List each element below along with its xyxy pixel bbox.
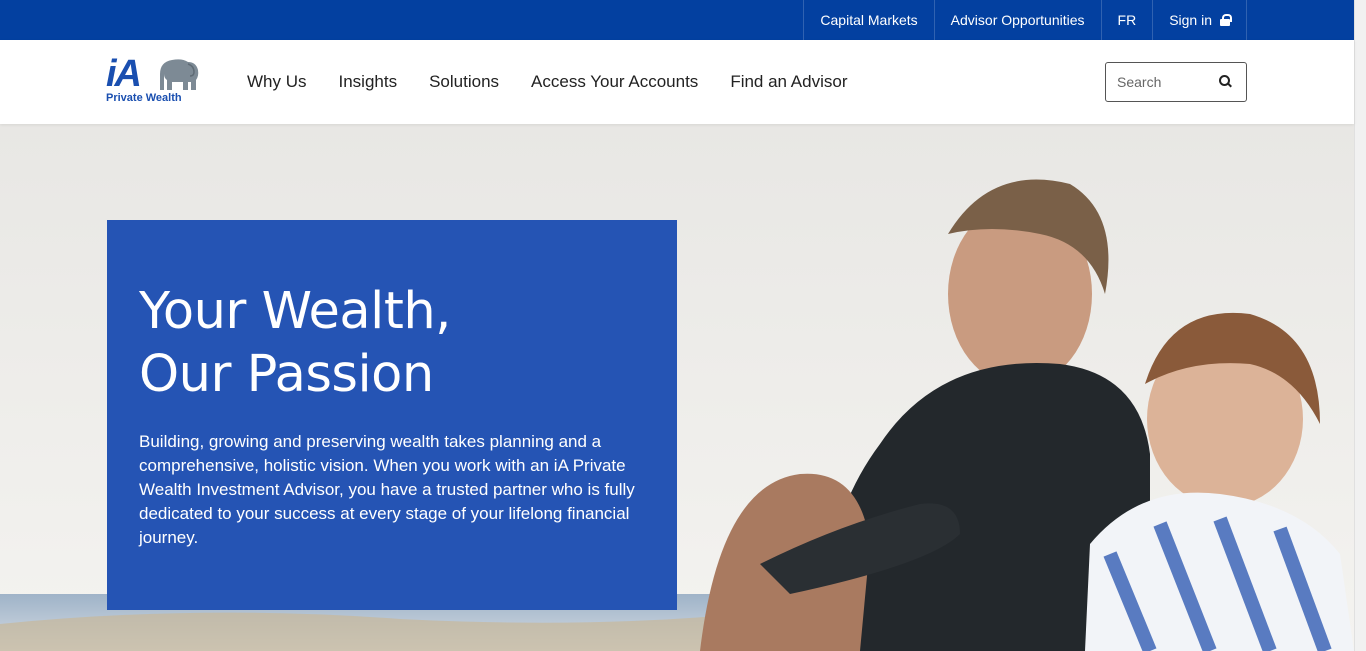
- hero-card: Your Wealth, Our Passion Building, growi…: [107, 220, 677, 610]
- lock-icon: [1220, 14, 1232, 26]
- ia-private-wealth-logo[interactable]: iA Private Wealth: [106, 54, 202, 106]
- utility-bar: Capital Markets Advisor Opportunities FR…: [0, 0, 1354, 40]
- page-scrollbar[interactable]: [1354, 0, 1366, 651]
- capital-markets-link[interactable]: Capital Markets: [803, 0, 933, 40]
- main-nav: Why Us Insights Solutions Access Your Ac…: [247, 40, 880, 124]
- nav-solutions[interactable]: Solutions: [429, 72, 499, 92]
- nav-insights[interactable]: Insights: [339, 72, 398, 92]
- hero-title-line-1: Your Wealth,: [139, 282, 451, 341]
- logo-wordmark: iA: [106, 53, 142, 95]
- nav-find-an-advisor[interactable]: Find an Advisor: [730, 72, 847, 92]
- search-input[interactable]: [1106, 74, 1214, 90]
- nav-why-us[interactable]: Why Us: [247, 72, 307, 92]
- language-toggle-link[interactable]: FR: [1100, 0, 1153, 40]
- sign-in-link[interactable]: Sign in: [1152, 0, 1247, 40]
- search-icon[interactable]: [1218, 74, 1234, 90]
- advisor-opportunities-link[interactable]: Advisor Opportunities: [933, 0, 1101, 40]
- hero-section: Your Wealth, Our Passion Building, growi…: [0, 124, 1354, 651]
- elephant-logo-icon: [160, 59, 199, 90]
- search-box: [1105, 62, 1247, 102]
- nav-access-your-accounts[interactable]: Access Your Accounts: [531, 72, 698, 92]
- utility-links: Capital Markets Advisor Opportunities FR…: [803, 0, 1247, 40]
- hero-title: Your Wealth, Our Passion: [139, 280, 649, 406]
- main-header: iA Private Wealth Why Us Insights Soluti…: [0, 40, 1354, 124]
- hero-title-line-2: Our Passion: [139, 345, 434, 404]
- logo-subtitle: Private Wealth: [106, 92, 182, 104]
- hero-description: Building, growing and preserving wealth …: [139, 432, 635, 547]
